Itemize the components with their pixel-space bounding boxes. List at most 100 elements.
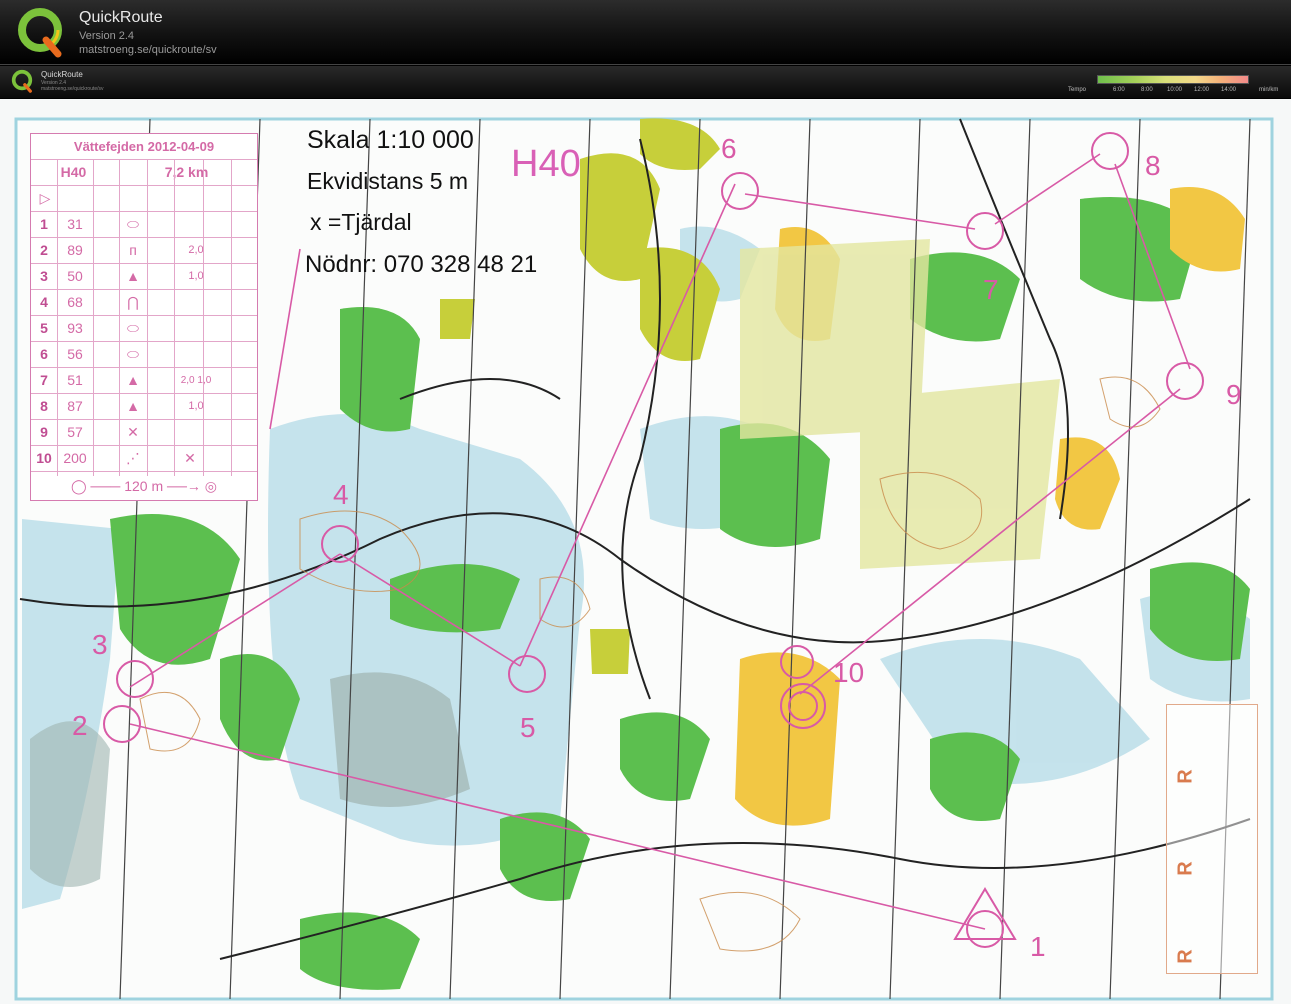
start-triangle-icon: ▷	[39, 190, 51, 206]
map-header-url: matstroeng.se/quickroute/sv	[41, 86, 104, 92]
desc-control-number: 6	[40, 346, 48, 362]
desc-control-code: 87	[67, 398, 83, 414]
control-number-label: 5	[520, 712, 536, 743]
legend-tick: 8:00	[1141, 87, 1153, 93]
legend-tick: 10:00	[1167, 87, 1183, 93]
desc-row: 1 31 ⬭	[31, 212, 257, 238]
desc-control-code: 50	[67, 268, 83, 284]
finish-circle-icon: ──→ ◎	[163, 478, 217, 494]
fence-symbol-icon: ᴨ	[129, 242, 137, 258]
legend-label: Tempo	[1068, 87, 1087, 93]
desc-control-number: 8	[40, 398, 48, 414]
restricted-label: R	[1174, 769, 1197, 784]
finish-distance: ◯ ─── 120 m ──→ ◎	[31, 474, 257, 499]
legend-unit: min/km	[1259, 87, 1279, 93]
map-emergency-number: Nödnr: 070 328 48 21	[305, 251, 538, 278]
knoll-triangle-icon: ▲	[126, 398, 140, 414]
desc-control-code: 57	[67, 424, 83, 440]
knoll-triangle-icon: ▲	[126, 268, 140, 284]
desc-header-row: Vättefejden 2012-04-09	[31, 134, 257, 160]
desc-control-code: 31	[67, 216, 83, 232]
extra-info	[205, 212, 231, 237]
restricted-area-box: R R R	[1166, 704, 1258, 974]
desc-row: 6 56 ⬭	[31, 342, 257, 368]
cross-symbol-icon: ✕	[127, 424, 139, 440]
control-number-label: 4	[333, 479, 349, 510]
control-number-label: 6	[721, 133, 737, 164]
app-url[interactable]: matstroeng.se/quickroute/sv	[79, 44, 217, 56]
grid-line	[57, 160, 58, 476]
extra-info	[205, 290, 231, 315]
start-circle-icon: ◯ ───	[71, 478, 125, 494]
quickroute-logo-icon	[18, 8, 62, 58]
grid-line	[174, 160, 175, 476]
extra-info: 1,0	[188, 270, 204, 282]
extra-info	[205, 420, 231, 445]
course-class-label: H40	[511, 143, 581, 185]
map-header-title: QuickRoute	[41, 70, 83, 79]
desc-control-number: 9	[40, 424, 48, 440]
control-number-label: 2	[72, 710, 88, 741]
extra-info: 2,0 1,0	[180, 375, 212, 386]
map-contour-interval: Ekvidistans 5 m	[307, 168, 469, 194]
event-name: Vättefejden 2012-04-09	[73, 139, 215, 154]
extra-info	[205, 316, 231, 341]
desc-row: 3 50 ▲ 1,0	[31, 264, 257, 290]
quickroute-small-logo-icon	[11, 69, 33, 93]
grid-line	[119, 160, 120, 476]
desc-control-code: 56	[67, 346, 83, 362]
grid-line	[93, 160, 94, 476]
finish-text: 120 m	[124, 478, 164, 494]
map-x-note: x =Tjärdal	[310, 209, 412, 235]
desc-control-number: 10	[36, 450, 52, 466]
extra-info: 2,0	[188, 244, 204, 256]
desc-control-code: 89	[67, 242, 83, 258]
desc-control-number: 7	[40, 372, 48, 388]
desc-class: H40	[60, 164, 87, 180]
app-header: QuickRoute Version 2.4 matstroeng.se/qui…	[0, 0, 1291, 65]
grid-line	[231, 160, 232, 476]
desc-control-number: 2	[40, 242, 48, 258]
orienteering-map[interactable]: Vättefejden 2012-04-09 H40 7,2 km ▷ 1 31…	[0, 99, 1291, 1004]
app-title: QuickRoute	[79, 9, 163, 26]
boulder-symbol-icon: ⬭	[127, 320, 139, 336]
map-header: QuickRoute Version 2.4 matstroeng.se/qui…	[0, 66, 1291, 98]
desc-row: 10 200 ⋰ ✕	[31, 446, 257, 472]
extra-info	[205, 342, 231, 367]
knoll-triangle-icon: ▲	[126, 372, 140, 388]
desc-control-number: 5	[40, 320, 48, 336]
desc-start-row: ▷	[31, 186, 257, 212]
desc-row: 7 51 ▲ 2,0 1,0	[31, 368, 257, 394]
map-scale: Skala 1:10 000	[307, 126, 474, 154]
control-number-label: 3	[92, 629, 108, 660]
desc-control-code: 68	[67, 294, 83, 310]
control-description-sheet: Vättefejden 2012-04-09 H40 7,2 km ▷ 1 31…	[30, 133, 258, 501]
grid-line	[203, 160, 204, 476]
desc-control-number: 4	[40, 294, 48, 310]
desc-control-number: 1	[40, 216, 48, 232]
legend-tick: 6:00	[1113, 87, 1125, 93]
desc-row: 8 87 ▲ 1,0	[31, 394, 257, 420]
extra-info: 1,0	[188, 400, 204, 412]
path-symbol-icon: ⋰	[126, 450, 140, 466]
control-number-label: 10	[833, 657, 865, 688]
desc-control-number: 3	[40, 268, 48, 284]
spur-symbol-icon: ⋂	[127, 294, 139, 310]
desc-control-code: 51	[67, 372, 83, 388]
app-version: Version 2.4	[79, 30, 135, 42]
desc-row: 5 93 ⬭	[31, 316, 257, 342]
pace-legend-bar	[1097, 75, 1249, 84]
boulder-symbol-icon: ⬭	[127, 346, 139, 362]
control-number-label: 1	[1030, 931, 1046, 962]
legend-tick: 12:00	[1194, 87, 1210, 93]
cross-symbol-icon: ✕	[184, 450, 196, 466]
desc-row: 9 57 ✕	[31, 420, 257, 446]
boulder-symbol-icon: ⬭	[127, 216, 139, 232]
control-number-label: 9	[1226, 379, 1242, 410]
desc-control-code: 200	[63, 450, 87, 466]
desc-length: 7,2 km	[164, 164, 209, 180]
restricted-label: R	[1174, 861, 1197, 876]
extra-info	[205, 446, 231, 471]
legend-tick: 14:00	[1221, 87, 1237, 93]
control-number-label: 8	[1145, 150, 1161, 181]
